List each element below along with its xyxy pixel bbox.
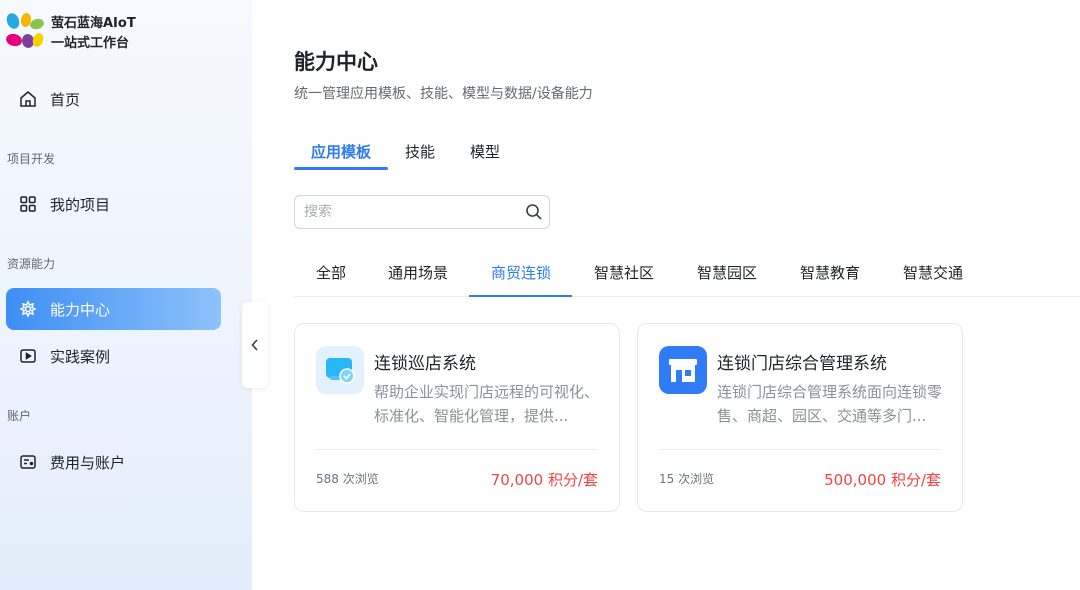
sidebar: 萤石蓝海AIoT 一站式工作台 首页 项目开发 我的项目 资源能力 能力中心 实…: [0, 0, 252, 590]
sidebar-item-label: 费用与账户: [50, 453, 126, 472]
section-label-account: 账户: [7, 409, 32, 423]
card-description: 连锁门店综合管理系统面向连锁零售、商超、园区、交通等多门...: [717, 383, 943, 425]
sidebar-item-practice-cases[interactable]: 实践案例: [6, 335, 221, 377]
card-view-count: 15 次浏览: [659, 472, 715, 486]
category-divider: [294, 296, 1080, 297]
category-active-indicator: [469, 295, 572, 297]
chevron-left-icon: [251, 339, 258, 351]
capability-icon: [18, 299, 38, 319]
home-icon: [18, 89, 38, 109]
brand-logo-icon[interactable]: [4, 10, 48, 52]
shop-inspection-icon: [316, 346, 364, 394]
tab-active-indicator: [294, 167, 388, 170]
store-management-icon: [659, 346, 707, 394]
template-card[interactable]: 连锁门店综合管理系统 连锁门店综合管理系统面向连锁零售、商超、园区、交通等多门.…: [637, 323, 963, 512]
page-title: 能力中心: [294, 50, 378, 74]
card-view-count: 588 次浏览: [316, 472, 379, 486]
grid-icon: [18, 194, 38, 214]
category-tab-smart-education[interactable]: 智慧教育: [800, 262, 860, 283]
category-tab-smart-transport[interactable]: 智慧交通: [903, 262, 963, 283]
sidebar-item-billing[interactable]: 费用与账户: [6, 441, 221, 483]
tab-models[interactable]: 模型: [470, 141, 500, 162]
category-tab-general[interactable]: 通用场景: [388, 262, 448, 283]
template-card[interactable]: 连锁巡店系统 帮助企业实现门店远程的可视化、标准化、智能化管理，提供... 58…: [294, 323, 620, 512]
category-tab-smart-community[interactable]: 智慧社区: [594, 262, 654, 283]
category-tab-smart-park[interactable]: 智慧园区: [697, 262, 757, 283]
sidebar-item-label: 我的项目: [50, 195, 111, 214]
section-label-resources: 资源能力: [7, 257, 56, 271]
page-subtitle: 统一管理应用模板、技能、模型与数据/设备能力: [294, 86, 593, 102]
card-price: 500,000 积分/套: [824, 471, 941, 489]
tab-app-templates[interactable]: 应用模板: [311, 141, 371, 162]
billing-icon: [18, 452, 38, 472]
section-label-project: 项目开发: [7, 152, 56, 166]
search-input[interactable]: [304, 202, 514, 222]
search-icon[interactable]: [525, 203, 543, 221]
card-title: 连锁门店综合管理系统: [717, 354, 887, 374]
search-box[interactable]: [294, 195, 550, 229]
sidebar-item-home[interactable]: 首页: [6, 78, 221, 120]
category-tab-retail-chain[interactable]: 商贸连锁: [491, 262, 551, 283]
sidebar-item-label: 能力中心: [50, 300, 111, 319]
sidebar-item-label: 首页: [50, 90, 81, 109]
tab-skills[interactable]: 技能: [405, 141, 435, 162]
play-case-icon: [18, 346, 38, 366]
category-tab-all[interactable]: 全部: [316, 262, 346, 283]
card-title: 连锁巡店系统: [374, 354, 476, 374]
sidebar-item-my-projects[interactable]: 我的项目: [6, 183, 221, 225]
brand-tagline: 一站式工作台: [51, 36, 130, 51]
card-divider: [316, 449, 598, 450]
card-price: 70,000 积分/套: [490, 471, 598, 489]
card-divider: [659, 449, 941, 450]
card-description: 帮助企业实现门店远程的可视化、标准化、智能化管理，提供...: [374, 383, 600, 425]
brand-name: 萤石蓝海AIoT: [51, 16, 136, 31]
sidebar-item-capability-center[interactable]: 能力中心: [6, 288, 221, 330]
sidebar-item-label: 实践案例: [50, 347, 111, 366]
sidebar-collapse-button[interactable]: [242, 302, 268, 388]
